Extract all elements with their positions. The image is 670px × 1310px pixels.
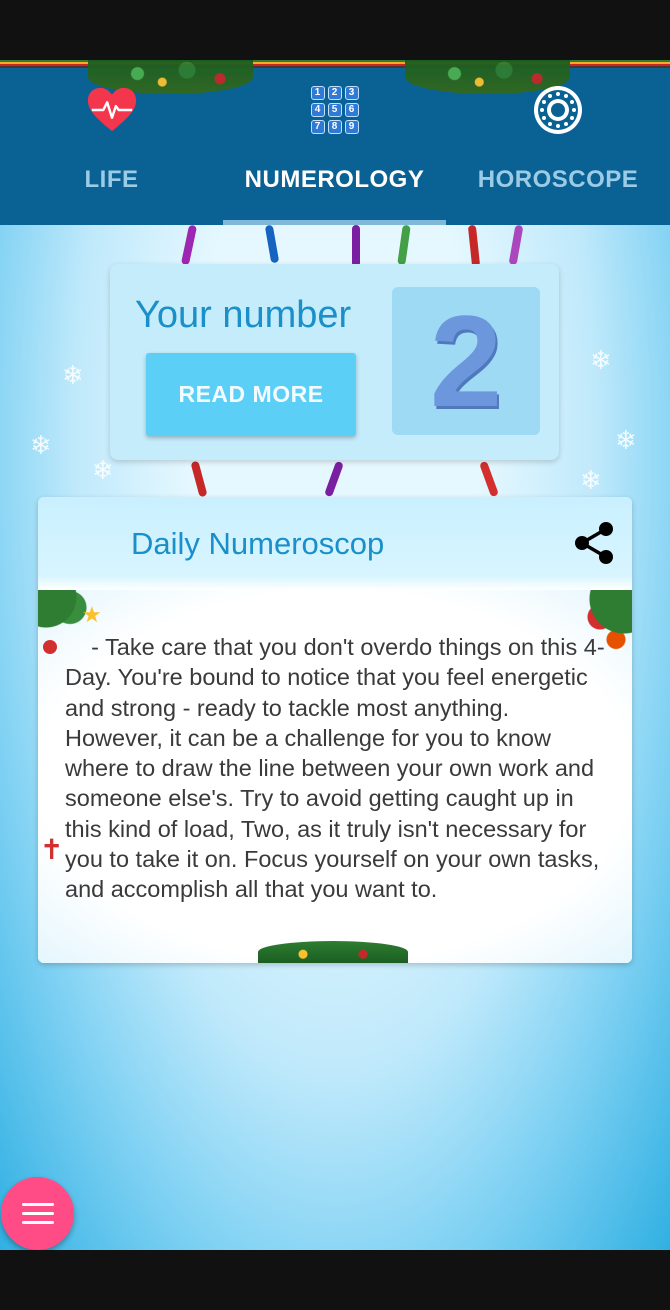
snowflake-icon: ❄ xyxy=(30,430,52,460)
tab-numerology-label: NUMEROLOGY xyxy=(244,166,425,193)
grid-digit: 5 xyxy=(327,103,342,117)
ribbon-decoration xyxy=(324,460,344,498)
ribbon-decoration xyxy=(190,460,208,498)
menu-icon xyxy=(21,1203,54,1224)
ribbon-decoration xyxy=(467,225,481,268)
tab-life-label: LIFE xyxy=(84,166,139,193)
ribbon-decoration xyxy=(352,225,360,267)
daily-card-body: ★ ✝ - Take care that you don't overdo th… xyxy=(38,590,632,963)
grid-digit: 9 xyxy=(344,120,359,134)
numerology-content[interactable]: ❄ ❄ ❄ ❄ ❄ ❄ Your number READ MORE 2 Dail… xyxy=(0,225,670,1250)
ribbon-decoration xyxy=(479,460,499,498)
grid-digit: 1 xyxy=(310,86,325,100)
garland-decoration xyxy=(258,941,408,963)
daily-title: Daily Numeroscop xyxy=(131,526,385,561)
grid-digit: 3 xyxy=(344,86,359,100)
navigation-bar xyxy=(0,1250,670,1310)
number-grid-icon: 1 2 3 4 5 6 7 8 9 xyxy=(309,84,361,136)
your-number-card: Your number READ MORE 2 xyxy=(110,264,559,460)
menu-fab-button[interactable] xyxy=(1,1177,74,1250)
ornament-icon xyxy=(43,640,57,654)
grid-digit: 2 xyxy=(327,86,342,100)
snowflake-icon: ❄ xyxy=(615,425,637,455)
ribbon-decoration xyxy=(397,225,411,266)
share-icon[interactable] xyxy=(570,519,618,567)
snowflake-icon: ❄ xyxy=(580,465,602,495)
daily-reading-text: - Take care that you don't overdo things… xyxy=(65,634,606,903)
tab-horoscope-label: HOROSCOPE xyxy=(477,166,639,193)
ribbon-decoration xyxy=(508,225,524,266)
daily-numeroscop-card: Daily Numeroscop ★ ✝ - Take care that yo… xyxy=(38,497,632,963)
zodiac-wheel-icon xyxy=(532,84,584,136)
grid-digit: 7 xyxy=(310,120,325,134)
snowflake-icon: ❄ xyxy=(92,455,114,485)
grid-digit: 4 xyxy=(310,103,325,117)
grid-digit: 6 xyxy=(344,103,359,117)
star-icon: ★ xyxy=(82,602,102,627)
candy-cane-icon: ✝ xyxy=(40,834,64,865)
daily-card-header: Daily Numeroscop xyxy=(38,497,632,590)
snowflake-icon: ❄ xyxy=(590,345,612,375)
tab-bar: LIFE 1 2 3 4 5 6 7 8 9 NUMEROLOGY HOROSC… xyxy=(0,60,670,225)
snowflake-icon: ❄ xyxy=(62,360,84,390)
tab-horoscope[interactable]: HOROSCOPE xyxy=(446,60,670,225)
ribbon-decoration xyxy=(180,225,198,266)
grid-digit: 8 xyxy=(327,120,342,134)
tab-numerology[interactable]: 1 2 3 4 5 6 7 8 9 NUMEROLOGY xyxy=(223,60,446,225)
number-display: 2 xyxy=(392,287,540,435)
personal-number: 2 xyxy=(429,288,503,434)
ribbon-decoration xyxy=(264,225,280,264)
tab-life[interactable]: LIFE xyxy=(0,60,223,225)
your-number-label: Your number xyxy=(135,294,352,336)
heartbeat-icon xyxy=(86,84,138,136)
status-bar xyxy=(0,0,670,60)
read-more-button[interactable]: READ MORE xyxy=(146,353,356,436)
